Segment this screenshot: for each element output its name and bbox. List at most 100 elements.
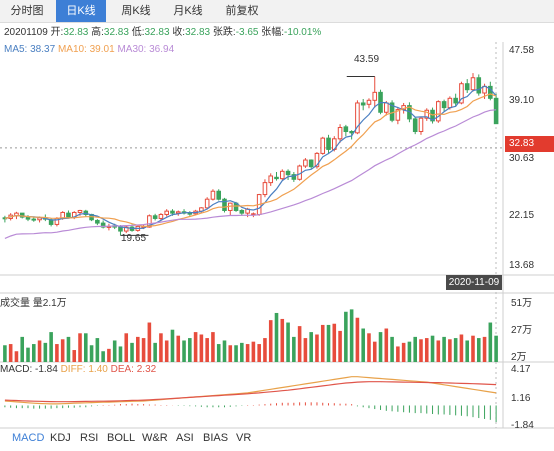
- moving-average-lines: [4, 75, 497, 239]
- candle-body: [204, 198, 210, 209]
- volume-bar: [372, 341, 377, 362]
- volume-bar: [326, 324, 331, 362]
- volume-bar: [37, 340, 42, 362]
- volume-bar: [159, 333, 163, 362]
- candle-body: [476, 77, 482, 94]
- volume-bar: [20, 336, 25, 362]
- volume-bar: [216, 344, 221, 362]
- indicator-wr[interactable]: W&R: [142, 432, 168, 444]
- volume-bar: [72, 350, 77, 362]
- volume-bar: [309, 332, 313, 362]
- candle-body: [337, 127, 343, 140]
- volume-bar: [188, 338, 192, 362]
- indicator-boll[interactable]: BOLL: [107, 432, 135, 444]
- indicator-asi[interactable]: ASI: [176, 432, 194, 444]
- macd-tick-1: 4.17: [511, 364, 531, 375]
- indicator-bias[interactable]: BIAS: [203, 432, 228, 444]
- volume-bar: [338, 330, 342, 362]
- volume-bar: [355, 317, 360, 362]
- volume-bar: [320, 324, 325, 362]
- candle-body: [216, 190, 222, 200]
- volume-bar: [199, 334, 204, 362]
- volume-bar: [367, 333, 371, 362]
- volume-bar: [286, 322, 290, 362]
- volume-bars: [3, 309, 498, 362]
- candle-body: [447, 97, 453, 109]
- candle-body: [470, 77, 476, 91]
- volume-bar: [130, 342, 134, 362]
- volume-bar: [60, 339, 65, 362]
- volume-bar: [488, 322, 493, 362]
- volume-bar: [459, 334, 464, 362]
- price-tick-2: 39.10: [509, 95, 535, 106]
- candle-body: [268, 175, 274, 184]
- volume-bar: [482, 336, 487, 362]
- candlestick-series: [2, 73, 499, 236]
- volume-bar: [31, 344, 36, 362]
- dea-value: DEA: 2.32: [110, 364, 157, 375]
- candle-body: [152, 215, 158, 219]
- volume-bar: [43, 342, 48, 362]
- candle-body: [158, 213, 164, 219]
- volume-tick-3: 2万: [511, 352, 527, 363]
- volume-bar: [222, 340, 227, 362]
- volume-bar: [401, 342, 406, 362]
- indicator-rsi[interactable]: RSI: [80, 432, 98, 444]
- candle-body: [360, 102, 366, 106]
- volume-bar: [268, 320, 273, 362]
- price-tick-1: 47.58: [509, 45, 535, 56]
- candle-body: [320, 137, 326, 154]
- volume-bar: [344, 311, 348, 362]
- candle-body: [366, 99, 372, 105]
- volume-bar: [453, 338, 458, 362]
- candle-body: [170, 210, 175, 214]
- indicator-kdj[interactable]: KDJ: [50, 432, 71, 444]
- candle-body: [436, 101, 441, 122]
- ma5-line: [4, 85, 497, 229]
- volume-bar: [280, 318, 285, 362]
- current-price-value: 32.83: [509, 138, 535, 149]
- volume-bar: [396, 346, 400, 362]
- macd-value: MACD: -1.84: [0, 364, 58, 375]
- candle-body: [372, 91, 378, 101]
- candle-body: [464, 83, 470, 91]
- volume-bar: [89, 345, 94, 362]
- volume-bar: [228, 345, 233, 362]
- volume-bar: [303, 338, 308, 362]
- volume-bar: [465, 340, 470, 362]
- volume-bar: [66, 336, 71, 362]
- macd-legend: MACD: -1.84 DIFF: 1.40 DEA: 2.32: [0, 364, 156, 375]
- date-badge: 2020-11-09: [446, 275, 502, 290]
- volume-bar: [413, 336, 417, 362]
- volume-bar: [332, 323, 337, 362]
- volume-bar: [234, 345, 238, 362]
- volume-bar: [436, 340, 441, 362]
- volume-bar: [448, 339, 452, 362]
- candle-body: [308, 159, 314, 168]
- volume-bar: [3, 345, 7, 362]
- volume-tick-2: 27万: [511, 325, 533, 336]
- volume-bar: [95, 338, 100, 362]
- volume-bar: [251, 341, 256, 362]
- indicator-macd[interactable]: MACD: [12, 432, 44, 444]
- candle-body: [349, 131, 354, 134]
- volume-bar: [384, 328, 389, 362]
- volume-bar: [78, 333, 82, 362]
- candle-body: [77, 209, 83, 213]
- candle-body: [175, 211, 181, 214]
- dea-line: [4, 381, 497, 403]
- volume-bar: [147, 322, 152, 362]
- diff-value: DIFF: 1.40: [60, 364, 108, 375]
- candle-body: [239, 209, 245, 214]
- volume-bar: [14, 351, 19, 362]
- candle-body: [274, 176, 279, 180]
- indicator-vr[interactable]: VR: [236, 432, 251, 444]
- volume-bar: [245, 344, 250, 362]
- volume-bar: [361, 328, 365, 362]
- volume-bar: [257, 344, 261, 362]
- candle-body: [66, 212, 71, 218]
- volume-bar: [211, 332, 215, 362]
- candle-body: [453, 97, 458, 104]
- volume-bar: [193, 332, 198, 362]
- candle-body: [285, 170, 291, 176]
